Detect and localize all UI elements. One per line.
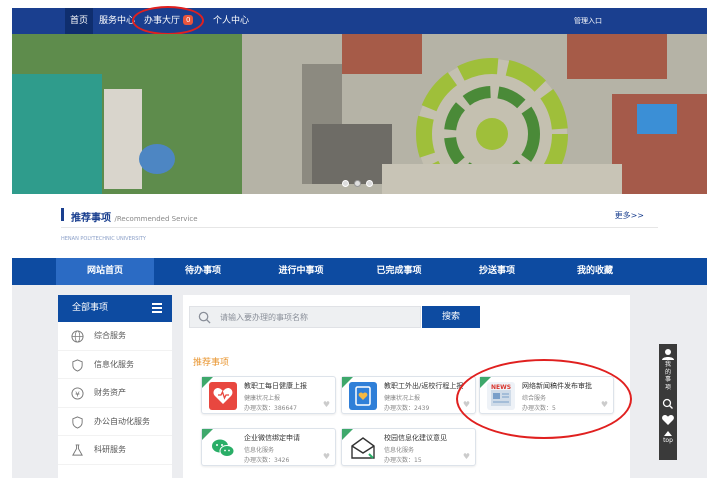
shield-icon bbox=[72, 415, 83, 429]
sidebar-item-label: 财务资产 bbox=[94, 388, 126, 397]
favorite-heart-icon[interactable]: ♥ bbox=[323, 401, 330, 409]
main-nav-bar: 网站首页 待办事项 进行中事项 已完成事项 抄送事项 我的收藏 bbox=[12, 258, 707, 285]
top-nav-personal-center-label: 个人中心 bbox=[213, 16, 250, 26]
banner-dot-2[interactable] bbox=[354, 180, 361, 187]
banner-pagination bbox=[342, 172, 378, 191]
search-button[interactable]: 搜索 bbox=[422, 306, 480, 328]
title-accent bbox=[61, 208, 64, 221]
sidebar-item-label: 办公自动化服务 bbox=[94, 416, 150, 426]
recommended-bar-subtitle: /Recommended Service bbox=[114, 215, 198, 223]
user-icon[interactable] bbox=[659, 347, 677, 361]
sidebar-item-general[interactable]: 综合服务 bbox=[58, 322, 172, 351]
shield-icon bbox=[72, 358, 83, 372]
wechat-icon bbox=[209, 434, 237, 462]
banner-dot-1[interactable] bbox=[342, 180, 349, 187]
sidebar-header[interactable]: 全部事项 bbox=[58, 295, 172, 322]
card-category: 健康状况上报 bbox=[384, 395, 421, 402]
sidebar-item-label: 科研服务 bbox=[94, 445, 126, 454]
sidebar-item-office-automation[interactable]: 办公自动化服务 bbox=[58, 408, 172, 436]
card-name: 校园信息化建议意见 bbox=[384, 434, 447, 442]
sidebar-item-research[interactable]: 科研服务 bbox=[58, 436, 172, 465]
highlight-circle-news-card bbox=[456, 359, 632, 439]
report-clipboard-icon bbox=[349, 382, 377, 410]
top-nav-bar: 首页 服务中心 办事大厅 0 个人中心 管理入口 bbox=[12, 8, 707, 34]
top-nav-service-center-label: 服务中心 bbox=[99, 16, 136, 26]
service-card-it-suggestions[interactable]: 校园信息化建议意见 信息化服务 办理次数：15 ♥ bbox=[341, 428, 476, 466]
card-count: 办理次数：3426 bbox=[244, 457, 290, 464]
tab-todo[interactable]: 待办事项 bbox=[154, 258, 252, 285]
recommended-bar-title-text: 推荐事项 bbox=[71, 213, 111, 224]
card-name: 教职工外出/返校行程上报 bbox=[384, 382, 464, 390]
card-count: 办理次数：2439 bbox=[384, 405, 430, 412]
tab-completed[interactable]: 已完成事项 bbox=[350, 258, 448, 285]
search-icon bbox=[198, 311, 211, 324]
tab-site-home[interactable]: 网站首页 bbox=[56, 258, 154, 285]
hamburger-menu-icon[interactable] bbox=[152, 303, 162, 315]
campus-aerial-image bbox=[12, 34, 707, 194]
top-nav-personal-center[interactable]: 个人中心 bbox=[208, 8, 254, 34]
svg-text:¥: ¥ bbox=[75, 389, 80, 398]
search-box[interactable]: 请输入要办理的事项名称 bbox=[189, 306, 421, 328]
recommended-bar-title: 推荐事项 /Recommended Service bbox=[71, 209, 198, 224]
sidebar-item-label: 综合服务 bbox=[94, 331, 126, 340]
card-count: 办理次数：386647 bbox=[244, 405, 297, 412]
service-card-health-report[interactable]: 教职工每日健康上报 健康状况上报 办理次数：386647 ♥ bbox=[201, 376, 336, 414]
university-logo-text: HENAN POLYTECHNIC UNIVERSITY bbox=[61, 236, 146, 242]
card-name: 教职工每日健康上报 bbox=[244, 382, 307, 390]
admin-entry-link[interactable]: 管理入口 bbox=[574, 8, 602, 34]
search-input[interactable]: 请输入要办理的事项名称 bbox=[220, 312, 308, 323]
sidebar-item-it-service[interactable]: 信息化服务 bbox=[58, 351, 172, 379]
recommended-bar: 推荐事项 /Recommended Service 更多>> bbox=[61, 202, 658, 228]
health-heart-icon bbox=[209, 382, 237, 410]
card-count: 办理次数：15 bbox=[384, 457, 422, 464]
my-items-link[interactable]: 我的事项 bbox=[664, 361, 672, 391]
arrow-up-icon[interactable] bbox=[659, 429, 677, 437]
campus-banner bbox=[12, 34, 707, 194]
favorite-heart-icon[interactable]: ♥ bbox=[323, 453, 330, 461]
sidebar: 全部事项 综合服务 信息化服务 ¥ 财务资产 办公自动化服务 科研服务 bbox=[58, 295, 172, 478]
money-icon: ¥ bbox=[71, 387, 84, 400]
service-card-wechat-binding[interactable]: 企业微信绑定申请 信息化服务 办理次数：3426 ♥ bbox=[201, 428, 336, 466]
heart-icon[interactable] bbox=[659, 413, 677, 427]
card-category: 信息化服务 bbox=[384, 447, 415, 454]
banner-dot-3[interactable] bbox=[366, 180, 373, 187]
tab-cc[interactable]: 抄送事项 bbox=[448, 258, 546, 285]
card-category: 健康状况上报 bbox=[244, 395, 281, 402]
envelope-icon bbox=[349, 434, 377, 462]
sidebar-title: 全部事项 bbox=[72, 303, 109, 313]
globe-icon bbox=[71, 330, 84, 343]
flask-icon bbox=[72, 444, 83, 456]
top-nav-home-label: 首页 bbox=[70, 16, 89, 26]
sidebar-item-finance[interactable]: ¥ 财务资产 bbox=[58, 379, 172, 408]
back-to-top-link[interactable]: top bbox=[659, 437, 677, 444]
recommended-section-title: 推荐事项 bbox=[193, 358, 230, 368]
sidebar-item-label: 信息化服务 bbox=[94, 359, 134, 369]
tab-in-progress[interactable]: 进行中事项 bbox=[252, 258, 350, 285]
more-link[interactable]: 更多>> bbox=[615, 210, 644, 221]
right-floating-toolbar: 我的事项 top bbox=[659, 344, 677, 460]
top-nav-home[interactable]: 首页 bbox=[65, 8, 94, 34]
favorite-heart-icon[interactable]: ♥ bbox=[463, 453, 470, 461]
card-name: 企业微信绑定申请 bbox=[244, 434, 300, 442]
search-icon[interactable] bbox=[659, 397, 677, 411]
card-category: 信息化服务 bbox=[244, 447, 275, 454]
highlight-circle-service-hall bbox=[132, 6, 204, 35]
tab-favorites[interactable]: 我的收藏 bbox=[546, 258, 644, 285]
